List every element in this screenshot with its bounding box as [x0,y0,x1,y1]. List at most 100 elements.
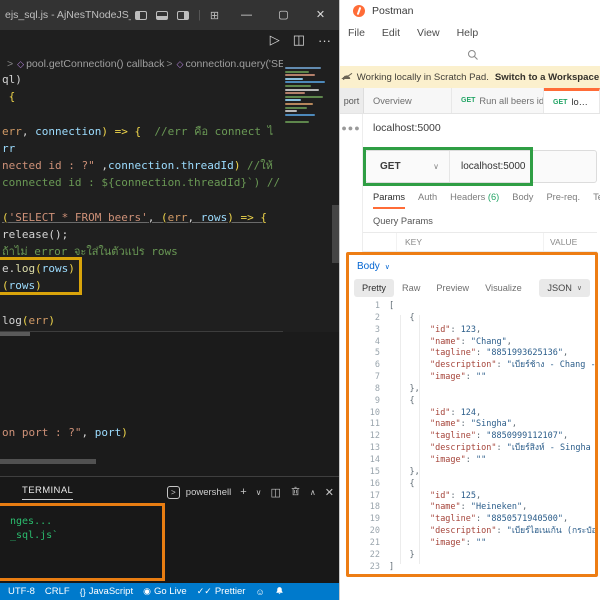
token: "description" [430,526,497,538]
request-tab-headers[interactable]: Headers (6) [450,192,499,207]
json-line: 7 "image": "" [349,372,595,384]
code-line: { [2,88,15,105]
powershell-icon[interactable]: > [167,486,180,499]
view-tab-preview[interactable]: Preview [428,279,477,297]
token: { [389,479,415,491]
menu-item-file[interactable]: File [348,27,365,39]
broadcast-icon: ◉ [143,586,151,597]
json-line: 13 "description": "เบียร์สิงห์ - Singha … [349,443,595,455]
minimap-line [285,78,303,80]
line-number: 15 [349,467,389,479]
token: ) => { [101,125,141,138]
statusbar-label: UTF-8 [8,586,35,597]
more-options-icon[interactable]: ●●● [340,123,362,133]
token: : [476,514,486,526]
horizontal-scrollbar[interactable] [0,459,96,464]
minimap[interactable] [285,67,331,207]
request-tab-params[interactable]: Params [373,192,405,209]
url-input[interactable]: localhost:5000 [450,161,526,172]
url-row: GET ∨ localhost:5000 [365,150,597,183]
breadcrumb[interactable]: >◇pool.getConnection() callback>◇connect… [5,58,283,70]
terminal-header: TERMINAL > powershell + ∨ ◫ ∧ ✕ [0,481,334,503]
breadcrumb-item[interactable]: connection.query('SELECT [185,58,283,70]
token: , [512,419,517,431]
maximize-button[interactable]: ▢ [265,0,302,30]
token: connected id : ${connection.threadId}`) … [2,176,280,189]
import-button[interactable]: port [340,88,364,113]
postman-titlebar: Postman [340,0,600,22]
token: //ให้ [240,159,273,172]
token: "" [476,372,486,384]
code-line: connected id : ${connection.threadId}`) … [2,174,280,191]
method-select[interactable]: GET ∨ [366,151,450,182]
statusbar-item[interactable]: ☺ [255,587,264,597]
maximize-panel-icon[interactable]: ∧ [310,488,316,497]
close-panel-icon[interactable]: ✕ [325,486,334,499]
minimap-line [285,99,301,101]
line-number: 9 [349,396,389,408]
token [389,502,430,514]
menu-item-view[interactable]: View [417,27,440,39]
token: , [563,514,568,526]
kill-terminal-icon[interactable] [290,485,301,500]
token: , [563,431,568,443]
json-line: 20 "description": "เบียร์ไฮเนเก้น (กระป๋… [349,526,595,538]
token [389,360,430,372]
offline-cloud-icon: ☁ [341,72,351,82]
tab-localhost-5000[interactable]: GETlocalhost:5000 [544,88,600,113]
response-body-dropdown[interactable]: Body ∨ [357,261,390,272]
token: , [22,125,35,138]
tab-terminal[interactable]: TERMINAL [22,485,73,500]
response-json-viewer[interactable]: 1[2 {3 "id": 123,4 "name": "Chang",5 "ta… [349,301,595,574]
token: log [2,314,22,327]
token: }, [389,384,420,396]
tab-overview[interactable]: Overview [364,88,452,113]
request-tab-pre-req-[interactable]: Pre-req. [546,192,580,207]
menu-item-edit[interactable]: Edit [382,27,400,39]
menu-item-help[interactable]: Help [457,27,479,39]
annotation-box-orange-terminal [0,503,165,581]
view-tab-visualize[interactable]: Visualize [477,279,530,297]
request-tab-auth[interactable]: Auth [418,192,437,207]
request-tab-tests[interactable]: Tests [593,192,600,207]
token: , [148,211,161,224]
customize-layout-icon[interactable]: ⊞ [210,9,219,22]
view-tab-pretty[interactable]: Pretty [354,279,394,297]
json-line: 12 "tagline": "8850999112107", [349,431,595,443]
token: "image" [430,455,466,467]
scrollbar-thumb-small[interactable] [0,332,30,336]
switch-workspace-link[interactable]: Switch to a Workspace [495,72,599,83]
line-number: 21 [349,538,389,550]
more-actions-icon[interactable]: ··· [318,33,331,48]
format-dropdown[interactable]: JSON∨ [539,279,590,297]
request-tab-body[interactable]: Body [512,192,533,207]
split-editor-icon[interactable]: ◫ [293,32,305,48]
token: : [461,337,471,349]
token: [ [389,301,394,313]
statusbar-item[interactable]: {}JavaScript [80,586,133,597]
run-button[interactable]: ▷ [270,32,280,48]
split-terminal-icon[interactable]: ◫ [271,486,281,499]
search-icon[interactable] [467,49,479,61]
new-terminal-icon[interactable]: + [240,486,246,498]
toggle-sidebar-icon[interactable] [135,11,147,20]
token: on port : ?" [2,426,81,439]
statusbar-item[interactable]: ✓✓Prettier [197,586,246,597]
editor-scrollbar[interactable] [332,205,339,263]
statusbar-item[interactable]: CRLF [45,586,70,597]
minimize-button[interactable]: — [228,0,265,30]
vscode-titlebar: ejs_sql.js - AjNesTNodeJS_... | ⊞ — ▢ ✕ [0,0,339,30]
terminal-dropdown-icon[interactable]: ∨ [256,488,262,497]
token: , [95,159,108,172]
breadcrumb-item[interactable]: pool.getConnection() callback [26,58,164,70]
tab-run-all-beers-id-1[interactable]: GETRun all beers id 1 [452,88,544,113]
statusbar-item[interactable]: ◉Go Live [143,586,187,597]
token: "description" [430,443,497,455]
close-button[interactable]: ✕ [302,0,339,30]
statusbar-item[interactable]: UTF-8 [8,586,35,597]
toggle-panel-icon[interactable] [156,11,168,20]
shell-name[interactable]: powershell [186,487,231,498]
view-tab-raw[interactable]: Raw [394,279,428,297]
toggle-secondary-sidebar-icon[interactable] [177,11,189,20]
statusbar-item[interactable] [275,586,284,598]
